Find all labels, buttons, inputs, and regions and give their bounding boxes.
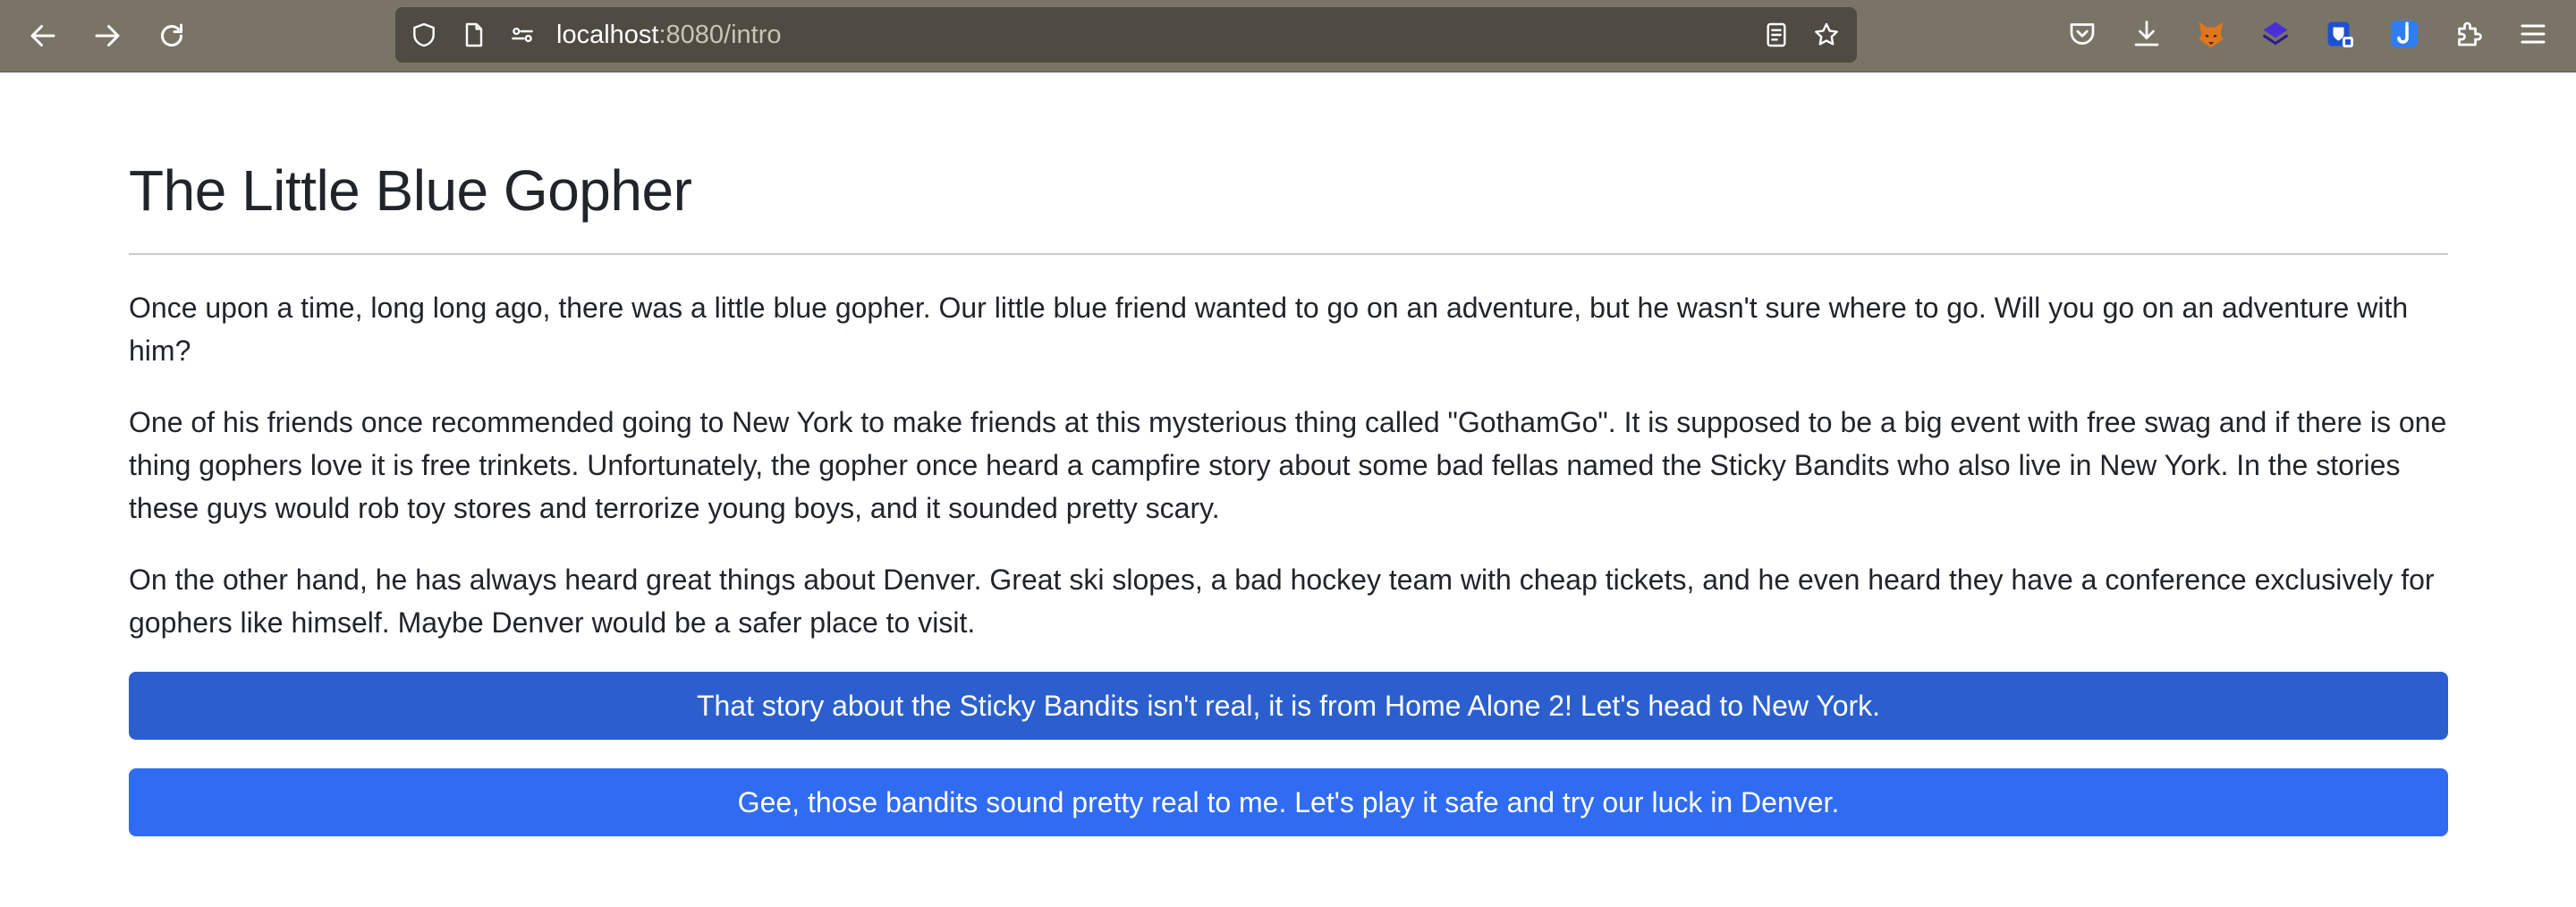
story-paragraph-1: Once upon a time, long long ago, there w… xyxy=(129,292,2409,367)
j-extension-icon[interactable] xyxy=(2386,16,2422,52)
browser-toolbar: localhost:8080/intro xyxy=(0,0,2576,72)
arrow-right-icon xyxy=(95,25,120,47)
page-icon xyxy=(458,19,490,51)
reload-button[interactable] xyxy=(150,14,193,57)
download-icon[interactable] xyxy=(2129,16,2165,52)
story-paragraph-3: On the other hand, he has always heard g… xyxy=(129,564,2435,639)
fox-extension-icon[interactable] xyxy=(2193,16,2229,52)
layers-extension-icon[interactable] xyxy=(2258,16,2293,52)
address-bar[interactable]: localhost:8080/intro xyxy=(395,7,1857,63)
page-title: The Little Blue Gopher xyxy=(129,158,692,223)
star-icon[interactable] xyxy=(1810,19,1843,51)
shield-icon[interactable] xyxy=(408,19,440,51)
reader-view-icon[interactable] xyxy=(1760,19,1792,51)
url-text[interactable]: localhost:8080/intro xyxy=(556,7,782,63)
new-york-choice-button[interactable]: That story about the Sticky Bandits isn'… xyxy=(129,672,2448,740)
title-divider xyxy=(129,253,2448,255)
story-paragraph-2: One of his friends once recommended goin… xyxy=(129,406,2447,524)
puzzle-icon[interactable] xyxy=(2451,16,2487,52)
password-extension-icon[interactable] xyxy=(2322,16,2358,52)
back-button[interactable] xyxy=(21,14,64,57)
reload-icon xyxy=(161,23,182,47)
arrow-left-icon xyxy=(30,25,55,47)
forward-button[interactable] xyxy=(86,14,129,57)
url-host: localhost xyxy=(556,21,659,49)
hamburger-menu-icon[interactable] xyxy=(2515,16,2551,52)
denver-choice-button[interactable]: Gee, those bandits sound pretty real to … xyxy=(129,768,2448,836)
permissions-icon[interactable] xyxy=(506,19,538,51)
url-path: :8080/intro xyxy=(658,21,782,49)
pocket-icon[interactable] xyxy=(2064,16,2100,52)
